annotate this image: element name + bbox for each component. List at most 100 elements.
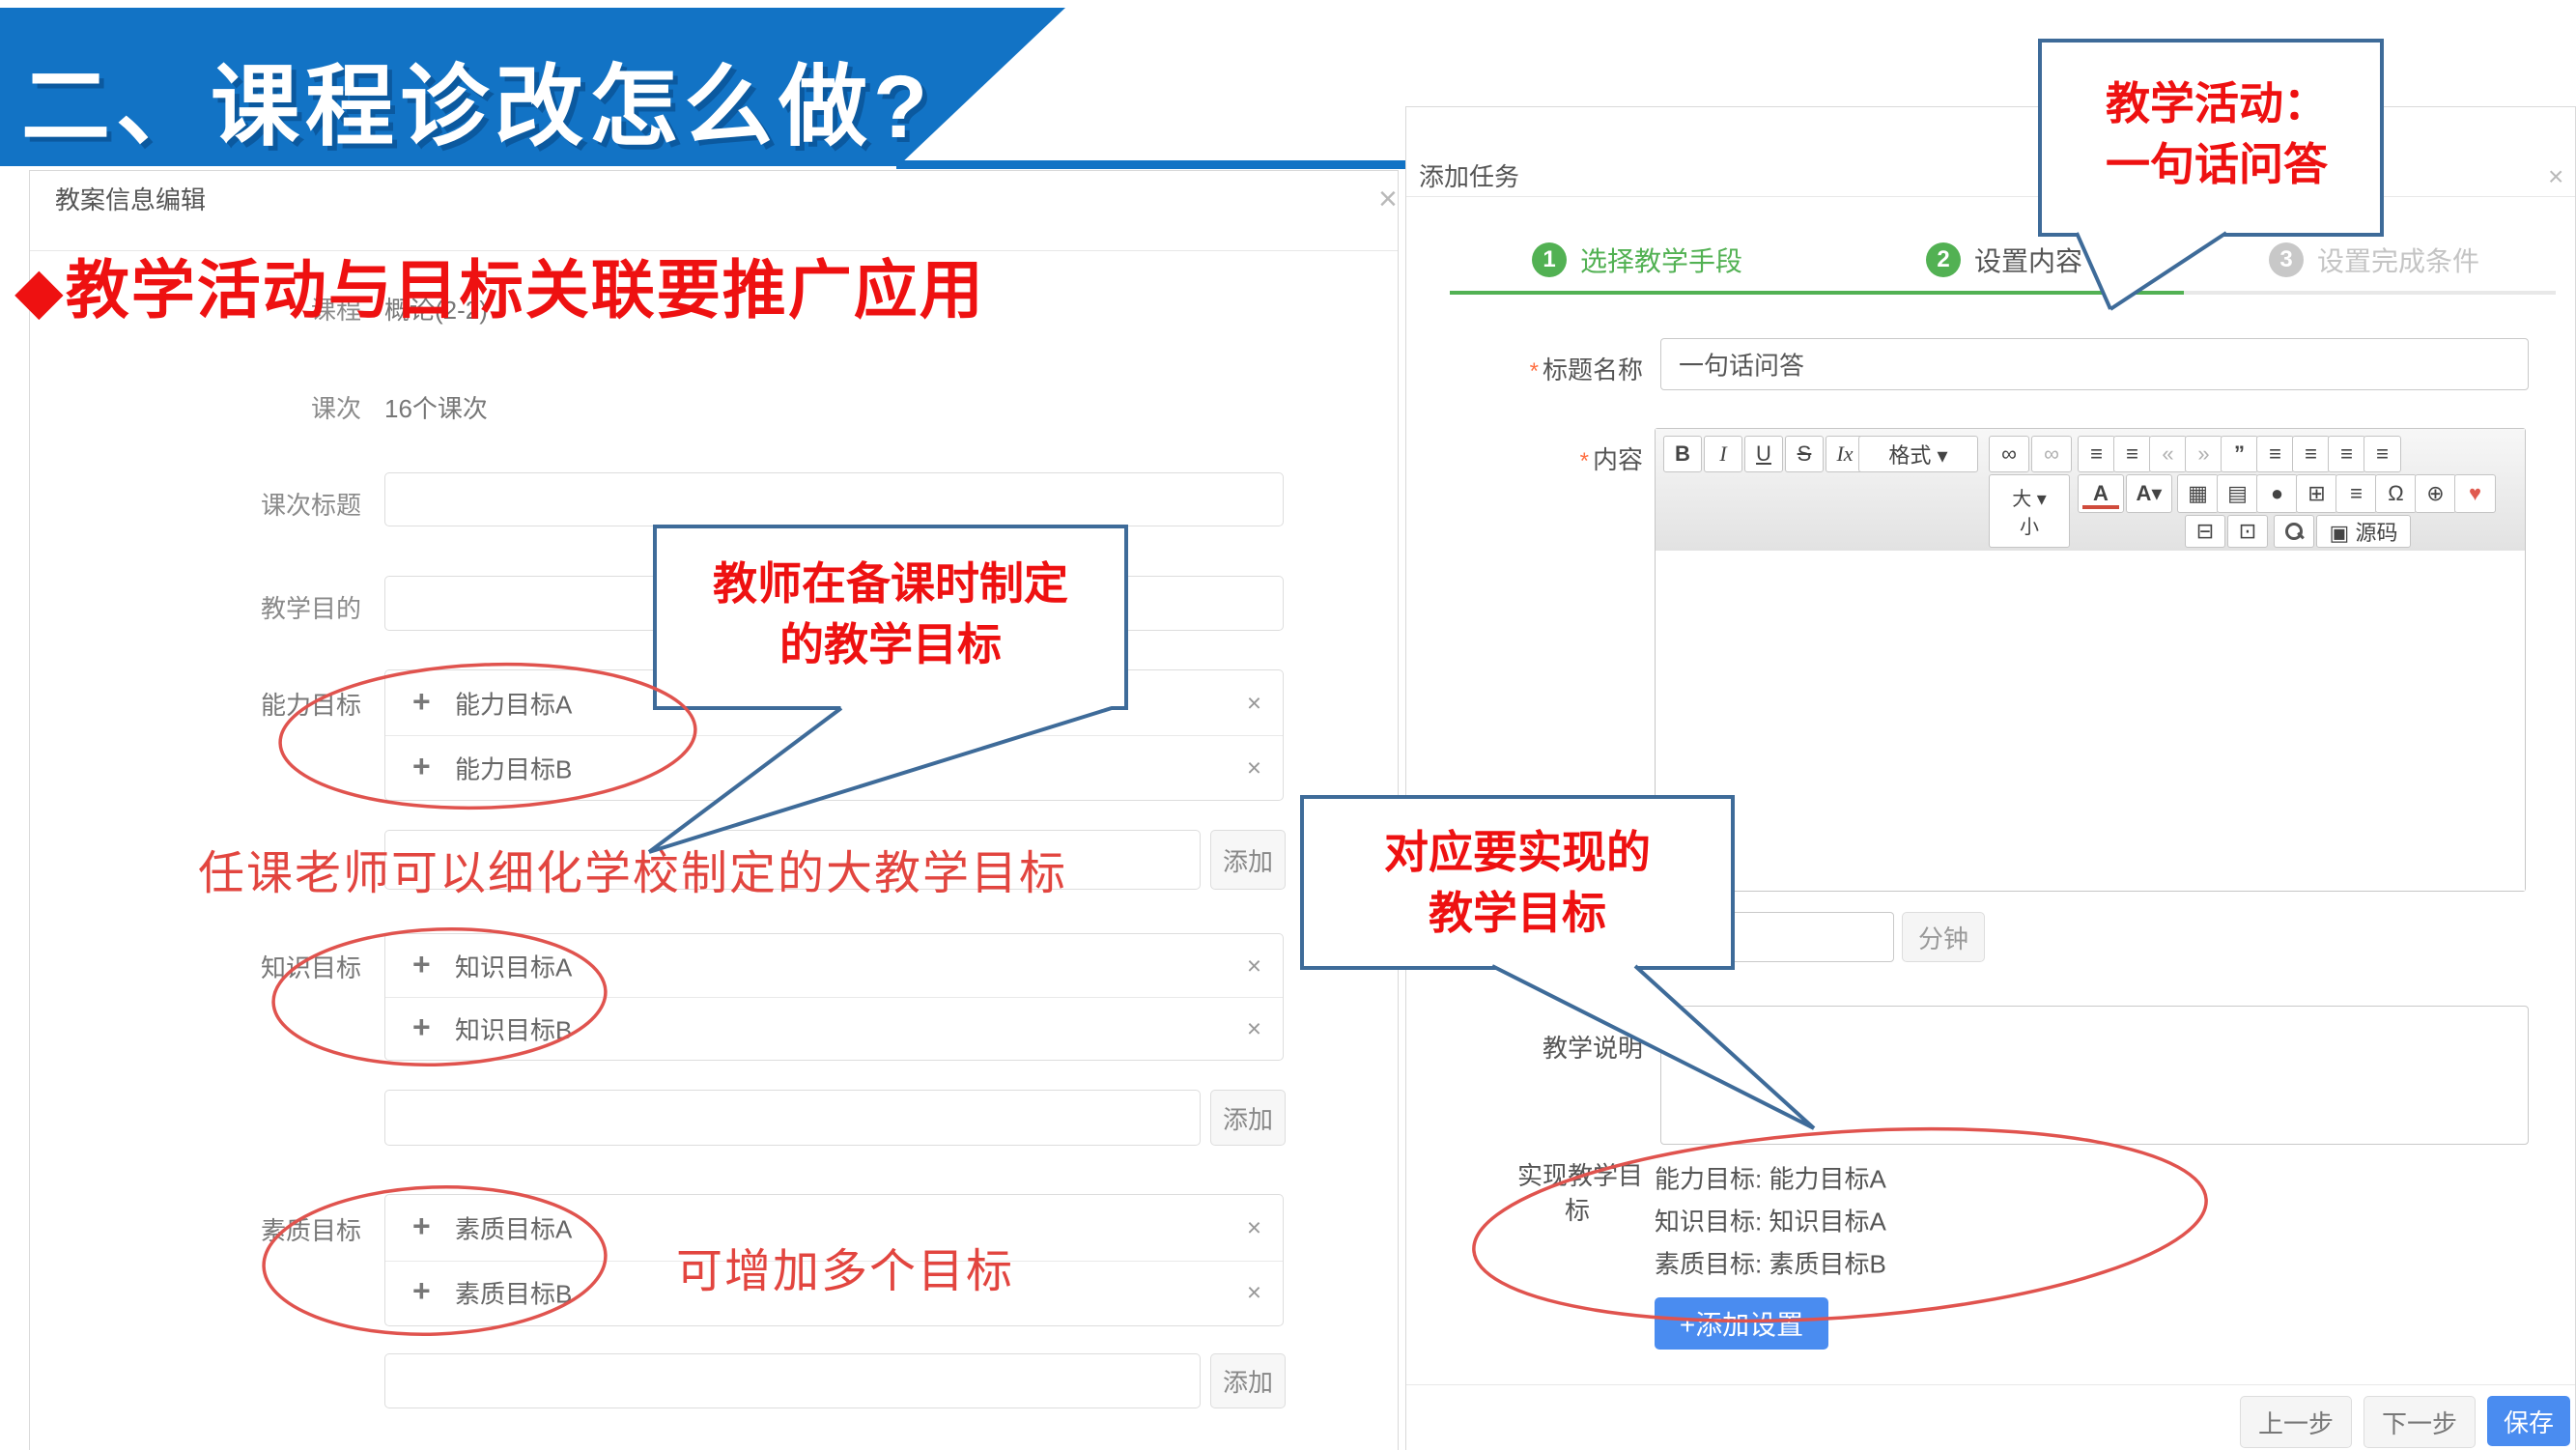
teaching-note-label: 教学说明 bbox=[1406, 1029, 1643, 1065]
iframe-icon[interactable]: ♥ bbox=[2454, 474, 2496, 513]
text-color-icon[interactable]: A bbox=[2078, 474, 2124, 513]
paste-word-icon[interactable]: ⊡ bbox=[2227, 515, 2268, 548]
goal-group-box-1: + 知识目标A × + 知识目标B × bbox=[384, 933, 1284, 1061]
find-icon[interactable] bbox=[2274, 515, 2314, 548]
paste-icon[interactable]: ⊟ bbox=[2185, 515, 2225, 548]
footer-divider bbox=[1406, 1384, 2575, 1385]
font-size-dropdown[interactable]: 大 ▾小 bbox=[1989, 474, 2070, 548]
blockquote-icon[interactable]: ” bbox=[2221, 436, 2258, 472]
drag-move-icon[interactable]: + bbox=[412, 1273, 431, 1309]
remove-goal-icon[interactable]: × bbox=[1247, 1212, 1261, 1242]
new-goal-input-2[interactable] bbox=[384, 1353, 1201, 1408]
remove-goal-icon[interactable]: × bbox=[1247, 1013, 1261, 1043]
task-title-input[interactable]: 一句话问答 bbox=[1660, 338, 2529, 390]
align-right-icon[interactable]: ≡ bbox=[2328, 436, 2365, 472]
flash-icon[interactable]: ● bbox=[2256, 474, 2298, 513]
slide-red-heading: ◆教学活动与目标关联要推广应用 bbox=[14, 239, 985, 331]
add-setting-button[interactable]: +添加设置 bbox=[1655, 1297, 1828, 1350]
bg-color-icon[interactable]: A▾ bbox=[2126, 474, 2172, 513]
add-task-dialog: 添加任务 × 1 选择教学手段 2 设置内容 3 设置完成条件 *标题名称 一句… bbox=[1405, 106, 2576, 1450]
save-button[interactable]: 保存 bbox=[2487, 1396, 2570, 1446]
drag-move-icon[interactable]: + bbox=[412, 947, 431, 982]
remove-goal-icon[interactable]: × bbox=[1247, 753, 1261, 782]
step-choose-method[interactable]: 1 选择教学手段 bbox=[1532, 241, 1742, 279]
image-icon[interactable]: ▦ bbox=[2177, 474, 2219, 513]
italic-icon[interactable]: I bbox=[1704, 436, 1742, 472]
step-set-completion[interactable]: 3 设置完成条件 bbox=[2269, 241, 2479, 279]
editor-content-area[interactable] bbox=[1656, 551, 2525, 891]
goal-item-text: 知识目标B bbox=[455, 1010, 572, 1046]
rich-text-editor[interactable]: BIUSIx格式 ▾∞∞≡≡«»”≡≡≡≡大 ▾小AA▾▦▤●⊞≡Ω⊕♥⊟⊡▣ … bbox=[1655, 428, 2526, 892]
underline-icon[interactable]: U bbox=[1744, 436, 1783, 472]
step-3-label: 设置完成条件 bbox=[2317, 241, 2479, 279]
add-task-dialog-title: 添加任务 bbox=[1419, 157, 1519, 193]
table-icon[interactable]: ⊞ bbox=[2296, 474, 2337, 513]
prev-step-button[interactable]: 上一步 bbox=[2240, 1396, 2352, 1448]
align-center-icon[interactable]: ≡ bbox=[2292, 436, 2330, 472]
remove-goal-icon[interactable]: × bbox=[1247, 688, 1261, 718]
special-char-icon[interactable]: Ω bbox=[2375, 474, 2417, 513]
format-dropdown[interactable]: 格式 ▾ bbox=[1858, 436, 1978, 472]
new-goal-input-1[interactable] bbox=[384, 1090, 1201, 1146]
step-set-content[interactable]: 2 设置内容 bbox=[1926, 241, 2082, 279]
add-goal-button-2[interactable]: 添加 bbox=[1210, 1353, 1286, 1408]
link-icon[interactable]: ∞ bbox=[1989, 436, 2029, 472]
next-step-button[interactable]: 下一步 bbox=[2364, 1396, 2476, 1448]
bold-icon[interactable]: B bbox=[1663, 436, 1702, 472]
note-multiple-goals: 可增加多个目标 bbox=[676, 1233, 1014, 1300]
realized-goal-row: 素质目标: 素质目标B× bbox=[1655, 1243, 2524, 1282]
drag-move-icon[interactable]: + bbox=[412, 1009, 431, 1045]
goal-group-label-1: 知识目标 bbox=[175, 949, 361, 984]
goal-item-text: 素质目标A bbox=[455, 1209, 572, 1245]
drag-move-icon[interactable]: + bbox=[412, 749, 431, 784]
step-1-circle: 1 bbox=[1532, 242, 1567, 277]
horizontal-rule-icon[interactable]: ≡ bbox=[2335, 474, 2377, 513]
strikethrough-icon[interactable]: S bbox=[1785, 436, 1824, 472]
bulleted-list-icon[interactable]: ≡ bbox=[2113, 436, 2151, 472]
teaching-note-textarea[interactable] bbox=[1660, 1006, 2529, 1145]
banner-underline bbox=[896, 160, 1433, 169]
slide-canvas: 二、课程诊改怎么做? 教案信息编辑 × ◆教学活动与目标关联要推广应用 课程 概… bbox=[0, 0, 2576, 1450]
source-button[interactable]: ▣ 源码 bbox=[2316, 515, 2411, 548]
remove-goal-icon[interactable]: × bbox=[1247, 951, 1261, 981]
outdent-icon[interactable]: « bbox=[2149, 436, 2187, 472]
find-icon bbox=[2285, 523, 2303, 540]
note-refine-goals: 任课老师可以细化学校制定的大教学目标 bbox=[198, 835, 1067, 902]
indent-icon[interactable]: » bbox=[2185, 436, 2222, 472]
unlink-icon[interactable]: ∞ bbox=[2031, 436, 2072, 472]
realized-goal-row: 知识目标: 知识目标A× bbox=[1655, 1201, 2524, 1239]
lesson-count-value: 16个课次 bbox=[384, 389, 488, 425]
page-template-icon[interactable]: ▤ bbox=[2217, 474, 2258, 513]
lesson-plan-close-icon[interactable]: × bbox=[1378, 183, 1398, 215]
align-left-icon[interactable]: ≡ bbox=[2256, 436, 2294, 472]
align-justify-icon[interactable]: ≡ bbox=[2364, 436, 2401, 472]
goal-item-text: 能力目标B bbox=[455, 750, 572, 785]
lesson-title-input[interactable] bbox=[384, 472, 1284, 526]
step-progress-rest bbox=[2184, 291, 2556, 295]
goal-item-row[interactable]: + 能力目标B × bbox=[385, 735, 1283, 800]
step-3-circle: 3 bbox=[2269, 242, 2304, 277]
task-title-value: 一句话问答 bbox=[1679, 347, 1804, 383]
step-2-circle: 2 bbox=[1926, 242, 1961, 277]
goal-item-text: 知识目标A bbox=[455, 948, 572, 983]
ordered-list-icon[interactable]: ≡ bbox=[2078, 436, 2115, 472]
minutes-suffix: 分钟 bbox=[1902, 912, 1985, 962]
add-task-close-icon[interactable]: × bbox=[2548, 163, 2563, 190]
goal-item-row[interactable]: + 知识目标A × bbox=[385, 934, 1283, 997]
drag-move-icon[interactable]: + bbox=[412, 1208, 431, 1244]
teaching-purpose-label: 教学目的 bbox=[175, 589, 361, 625]
add-goal-button-0[interactable]: 添加 bbox=[1210, 830, 1286, 890]
task-title-label: *标题名称 bbox=[1406, 351, 1643, 386]
globe-icon[interactable]: ⊕ bbox=[2415, 474, 2456, 513]
goal-item-row[interactable]: + 知识目标B × bbox=[385, 997, 1283, 1060]
lesson-title-label: 课次标题 bbox=[175, 486, 361, 522]
realized-goals-label-line2: 标 bbox=[1406, 1191, 1643, 1227]
drag-move-icon[interactable]: + bbox=[412, 684, 431, 720]
add-goal-button-1[interactable]: 添加 bbox=[1210, 1090, 1286, 1146]
goal-item-text: 素质目标B bbox=[455, 1275, 572, 1311]
callout-target-goals: 对应要实现的 教学目标 bbox=[1300, 795, 1735, 970]
goal-group-label-2: 素质目标 bbox=[175, 1211, 361, 1247]
callout-teacher-goals: 教师在备课时制定 的教学目标 bbox=[653, 525, 1128, 710]
remove-goal-icon[interactable]: × bbox=[1247, 1278, 1261, 1308]
goal-group-label-0: 能力目标 bbox=[175, 686, 361, 722]
